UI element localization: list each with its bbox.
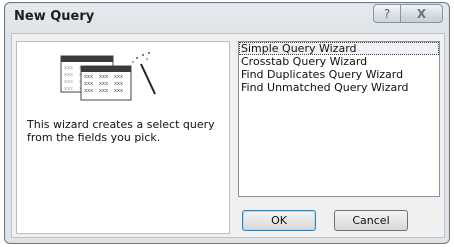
svg-text:xxx: xxx — [64, 79, 73, 85]
help-button[interactable]: ? — [373, 4, 400, 23]
wizard-listbox[interactable]: Simple Query Wizard Crosstab Query Wizar… — [238, 41, 440, 197]
cancel-button-label: Cancel — [352, 214, 390, 227]
svg-text:xxx: xxx — [99, 88, 108, 94]
ok-button[interactable]: OK — [242, 210, 316, 231]
svg-text:xxx: xxx — [64, 86, 73, 92]
svg-text:xxx: xxx — [114, 74, 123, 80]
dialog-body: xxx xxx xxx xxx xxx xxx xxx xxx xxx xxx xxx xxx … — [11, 33, 445, 238]
new-query-dialog: New Query ? X xxx xxx xxx xxx xxx xxx xxx xxx… — [4, 2, 450, 244]
svg-text:xxx: xxx — [99, 81, 108, 87]
svg-text:xxx: xxx — [99, 74, 108, 80]
dialog-title: New Query — [14, 9, 95, 24]
close-button[interactable]: X — [400, 4, 443, 23]
wizard-preview-panel: xxx xxx xxx xxx xxx xxx xxx xxx xxx xxx xxx xxx … — [16, 41, 230, 234]
svg-text:xxx: xxx — [84, 88, 93, 94]
svg-text:xxx: xxx — [84, 81, 93, 87]
title-bar[interactable]: New Query ? X — [5, 3, 449, 33]
wizard-description: This wizard creates a select query from … — [27, 118, 215, 144]
list-item-simple-query-wizard[interactable]: Simple Query Wizard — [239, 42, 439, 55]
svg-text:xxx: xxx — [84, 74, 93, 80]
caption-buttons: ? X — [373, 4, 443, 24]
list-item-crosstab-query-wizard[interactable]: Crosstab Query Wizard — [239, 55, 439, 68]
close-x-icon: X — [416, 6, 427, 21]
svg-text:xxx: xxx — [114, 81, 123, 87]
svg-text:xxx: xxx — [64, 65, 73, 71]
ok-button-label: OK — [271, 214, 287, 227]
list-item-find-duplicates-query-wizard[interactable]: Find Duplicates Query Wizard — [239, 68, 439, 81]
query-wizard-grid-icon: xxx xxx xxx xxx xxx xxx xxx xxx xxx xxx xxx xxx … — [60, 52, 156, 101]
question-mark-icon: ? — [383, 6, 391, 21]
svg-text:xxx: xxx — [64, 72, 73, 78]
list-item-find-unmatched-query-wizard[interactable]: Find Unmatched Query Wizard — [239, 81, 439, 94]
cancel-button[interactable]: Cancel — [334, 210, 408, 231]
svg-text:xxx: xxx — [114, 88, 123, 94]
